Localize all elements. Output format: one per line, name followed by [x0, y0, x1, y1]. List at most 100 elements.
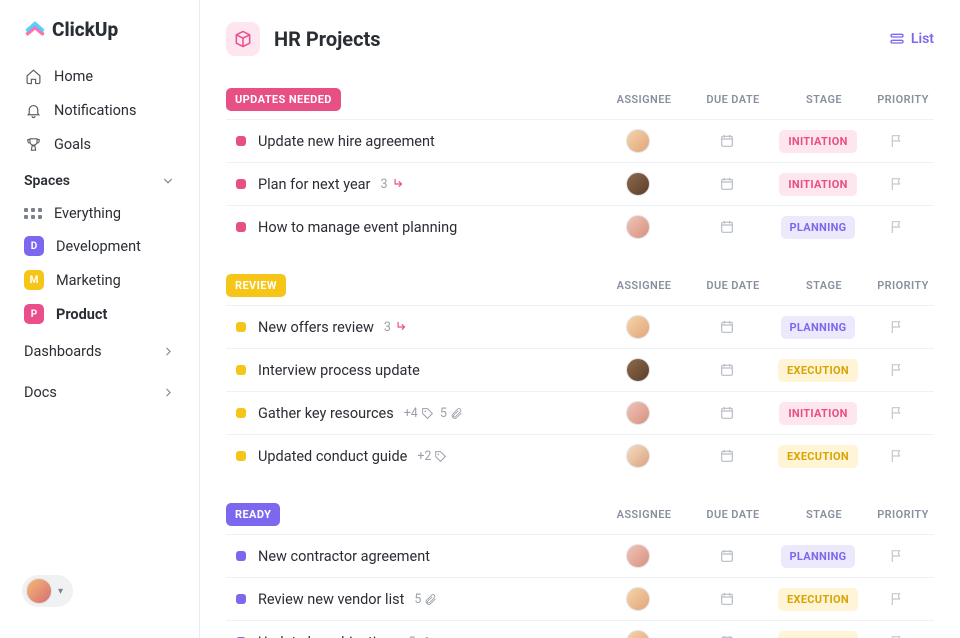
cell-due-date[interactable]	[684, 133, 770, 149]
nav-item-goals[interactable]: Goals	[14, 127, 185, 161]
avatar	[626, 444, 650, 468]
col-assignee: ASSIGNEE	[598, 93, 690, 106]
sidebar-item-everything[interactable]: Everything	[14, 197, 185, 229]
cell-due-date[interactable]	[684, 591, 770, 607]
task-row[interactable]: Interview process update EXECUTION	[226, 348, 934, 391]
cell-assignee[interactable]	[592, 444, 684, 468]
status-dot-icon	[236, 408, 246, 418]
cell-stage[interactable]: EXECUTION	[770, 631, 866, 638]
subtask-count: 3	[384, 320, 408, 335]
cell-due-date[interactable]	[684, 634, 770, 638]
calendar-icon	[719, 133, 735, 149]
status-dot-icon	[236, 551, 246, 561]
cell-due-date[interactable]	[684, 448, 770, 464]
col-stage: STAGE	[776, 93, 872, 106]
cell-due-date[interactable]	[684, 405, 770, 421]
cell-due-date[interactable]	[684, 176, 770, 192]
cell-priority[interactable]	[866, 176, 928, 192]
flag-icon	[889, 219, 905, 235]
cell-assignee[interactable]	[592, 129, 684, 153]
cell-priority[interactable]	[866, 548, 928, 564]
tag-icon	[421, 407, 434, 420]
cell-due-date[interactable]	[684, 362, 770, 378]
col-assignee: ASSIGNEE	[598, 279, 690, 292]
home-icon	[24, 67, 42, 85]
cell-priority[interactable]	[866, 133, 928, 149]
cell-stage[interactable]: EXECUTION	[770, 445, 866, 468]
task-row[interactable]: Update new hire agreementINITIATION	[226, 119, 934, 162]
task-name: Updated conduct guide	[258, 448, 407, 465]
avatar	[626, 630, 650, 638]
column-headers: ASSIGNEEDUE DATESTAGEPRIORITY	[598, 93, 934, 106]
cell-stage[interactable]: INITIATION	[770, 130, 866, 153]
task-row[interactable]: Gather key resources+4 5 INITIATION	[226, 391, 934, 434]
nav-item-notifications[interactable]: Notifications	[14, 93, 185, 127]
cell-due-date[interactable]	[684, 219, 770, 235]
cell-assignee[interactable]	[592, 630, 684, 638]
cell-priority[interactable]	[866, 405, 928, 421]
sidebar-section-docs[interactable]: Docs	[0, 372, 199, 413]
cell-assignee[interactable]	[592, 172, 684, 196]
spaces-header[interactable]: Spaces	[0, 161, 199, 197]
cell-priority[interactable]	[866, 591, 928, 607]
cell-due-date[interactable]	[684, 548, 770, 564]
task-name: Interview process update	[258, 362, 420, 379]
cell-assignee[interactable]	[592, 587, 684, 611]
cell-priority[interactable]	[866, 319, 928, 335]
sidebar-item-product[interactable]: PProduct	[14, 297, 185, 331]
cell-priority[interactable]	[866, 634, 928, 638]
cell-assignee[interactable]	[592, 315, 684, 339]
task-cells: INITIATION	[592, 172, 928, 196]
cell-stage[interactable]: PLANNING	[770, 316, 866, 339]
brand-logo[interactable]: ClickUp	[0, 18, 199, 59]
task-row[interactable]: Update key objectives5 EXECUTION	[226, 620, 934, 638]
cell-due-date[interactable]	[684, 319, 770, 335]
view-switcher-list[interactable]: List	[889, 31, 934, 47]
task-row[interactable]: New offers review3 PLANNING	[226, 305, 934, 348]
task-row[interactable]: How to manage event planningPLANNING	[226, 205, 934, 248]
cell-stage[interactable]: EXECUTION	[770, 359, 866, 382]
task-row[interactable]: Updated conduct guide+2 EXECUTION	[226, 434, 934, 477]
cell-stage[interactable]: PLANNING	[770, 545, 866, 568]
space-badge: P	[24, 304, 44, 324]
status-dot-icon	[236, 136, 246, 146]
cell-assignee[interactable]	[592, 215, 684, 239]
sidebar-item-development[interactable]: DDevelopment	[14, 229, 185, 263]
task-row[interactable]: Plan for next year3 INITIATION	[226, 162, 934, 205]
stage-pill: EXECUTION	[778, 359, 858, 382]
cell-priority[interactable]	[866, 362, 928, 378]
calendar-icon	[719, 319, 735, 335]
primary-nav: HomeNotificationsGoals	[0, 59, 199, 161]
stage-pill: INITIATION	[779, 130, 856, 153]
status-chip[interactable]: UPDATES NEEDED	[226, 88, 341, 111]
status-chip[interactable]: REVIEW	[226, 274, 286, 297]
sidebar-section-dashboards[interactable]: Dashboards	[0, 331, 199, 372]
subtask-icon	[391, 177, 405, 191]
task-row[interactable]: New contractor agreementPLANNING	[226, 534, 934, 577]
sidebar-item-marketing[interactable]: MMarketing	[14, 263, 185, 297]
task-cells: EXECUTION	[592, 630, 928, 638]
nav-item-home[interactable]: Home	[14, 59, 185, 93]
task-meta: +4 5	[404, 406, 463, 421]
everything-label: Everything	[54, 205, 121, 222]
calendar-icon	[719, 405, 735, 421]
calendar-icon	[719, 219, 735, 235]
task-row[interactable]: Review new vendor list5 EXECUTION	[226, 577, 934, 620]
cell-assignee[interactable]	[592, 544, 684, 568]
cell-assignee[interactable]	[592, 401, 684, 425]
cell-priority[interactable]	[866, 448, 928, 464]
task-meta: 5	[408, 635, 431, 638]
status-chip[interactable]: READY	[226, 503, 280, 526]
cell-stage[interactable]: EXECUTION	[770, 588, 866, 611]
group-header: UPDATES NEEDED ASSIGNEEDUE DATESTAGEPRIOR…	[226, 88, 934, 119]
flag-icon	[889, 591, 905, 607]
task-cells: EXECUTION	[592, 587, 928, 611]
cell-stage[interactable]: INITIATION	[770, 402, 866, 425]
cell-priority[interactable]	[866, 219, 928, 235]
cell-stage[interactable]: INITIATION	[770, 173, 866, 196]
user-menu[interactable]: ▾	[22, 575, 73, 607]
attachment-icon	[424, 593, 437, 606]
list-icon	[889, 31, 905, 47]
cell-stage[interactable]: PLANNING	[770, 216, 866, 239]
cell-assignee[interactable]	[592, 358, 684, 382]
